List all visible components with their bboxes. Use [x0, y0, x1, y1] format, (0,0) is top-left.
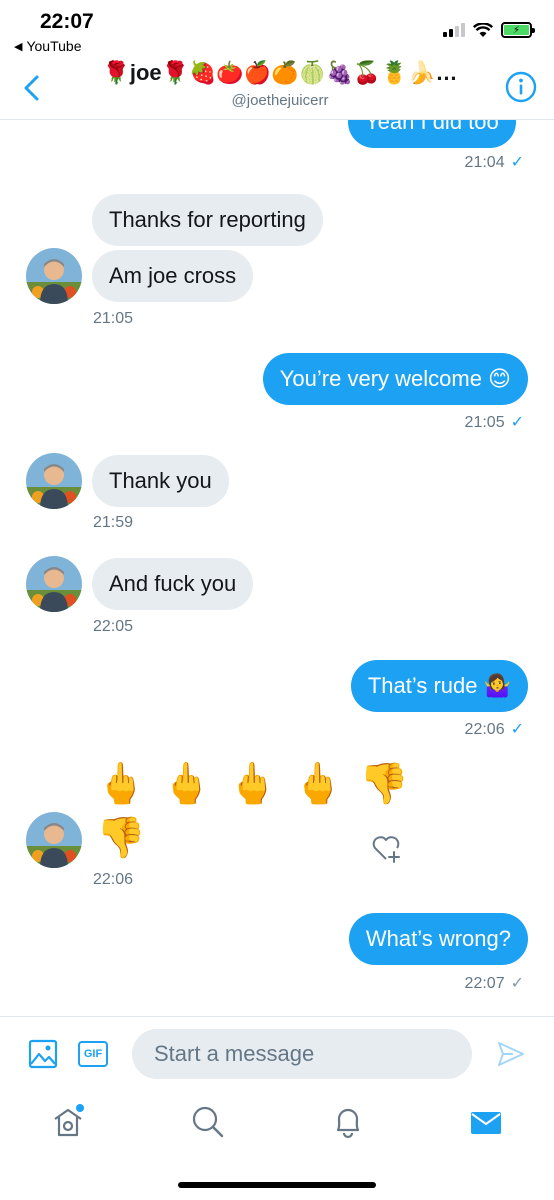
heart-plus-icon[interactable]: [370, 832, 402, 864]
home-indicator: [178, 1182, 376, 1188]
read-check-icon: ✓: [510, 414, 524, 431]
message-timestamp: 21:04 ✓: [464, 154, 524, 171]
read-check-icon: ✓: [510, 721, 524, 738]
avatar[interactable]: [26, 453, 82, 509]
message-timestamp: 21:05: [93, 310, 134, 327]
status-bar: 22:07 ◀ YouTube ⚡: [0, 0, 554, 58]
chevron-left-icon[interactable]: [18, 72, 48, 104]
message-timestamp: 22:06 ✓: [464, 721, 524, 738]
conversation-header: 🌹joe🌹🍓🍅🍎🍊🍈🍇🍒🍍🍌… @joethejuicerr: [0, 58, 554, 120]
message-bubble-incoming[interactable]: Thanks for reporting: [92, 194, 323, 246]
message-timestamp: 22:07 ✓: [464, 975, 524, 992]
back-app-label: YouTube: [26, 38, 82, 54]
message-timestamp: 21:59: [93, 514, 134, 531]
status-time: 22:07: [40, 10, 94, 33]
emoji-message-line[interactable]: 🖕🖕🖕🖕👎: [96, 760, 425, 808]
avatar[interactable]: [26, 812, 82, 868]
sent-check-icon: ✓: [510, 975, 524, 992]
message-input[interactable]: [132, 1029, 472, 1079]
read-check-icon: ✓: [510, 154, 524, 171]
message-timestamp: 22:05: [93, 618, 134, 635]
wifi-icon: [473, 22, 493, 37]
message-bubble-outgoing[interactable]: What’s wrong?: [348, 913, 528, 965]
message-bubble-incoming[interactable]: And fuck you: [92, 558, 254, 610]
message-timestamp: 22:06: [93, 871, 134, 888]
cellular-signal-icon: [443, 23, 465, 37]
avatar[interactable]: [26, 248, 82, 304]
home-icon[interactable]: [50, 1104, 86, 1140]
send-icon[interactable]: [496, 1039, 526, 1069]
back-to-app-link[interactable]: ◀ YouTube: [14, 38, 81, 54]
battery-icon: ⚡: [501, 22, 535, 38]
emoji-message-line[interactable]: 👎: [96, 814, 162, 862]
message-bubble-outgoing[interactable]: That’s rude 🤷‍♀️: [350, 660, 528, 712]
avatar[interactable]: [26, 556, 82, 612]
status-indicators: ⚡: [443, 22, 535, 38]
message-bubble-outgoing[interactable]: You’re very welcome 😊: [262, 353, 528, 405]
compose-bar: GIF: [0, 1016, 554, 1090]
message-timestamp: 21:05 ✓: [464, 414, 524, 431]
search-icon[interactable]: [190, 1104, 226, 1140]
bell-icon[interactable]: [330, 1104, 366, 1140]
info-icon[interactable]: [504, 70, 538, 104]
mail-icon[interactable]: [468, 1104, 504, 1140]
message-bubble-incoming[interactable]: Thank you: [92, 455, 229, 507]
message-bubble-outgoing[interactable]: Yeah I did too: [348, 120, 516, 148]
message-list[interactable]: Yeah I did too 21:04 ✓ Thanks for reporti…: [0, 120, 554, 1016]
back-triangle-icon: ◀: [14, 40, 23, 53]
photo-icon[interactable]: [28, 1039, 58, 1069]
gif-button[interactable]: GIF: [78, 1041, 108, 1067]
contact-name[interactable]: 🌹joe🌹🍓🍅🍎🍊🍈🍇🍒🍍🍌…: [80, 60, 480, 86]
message-bubble-incoming[interactable]: Am joe cross: [92, 250, 254, 302]
contact-handle: @joethejuicerr: [231, 92, 329, 109]
